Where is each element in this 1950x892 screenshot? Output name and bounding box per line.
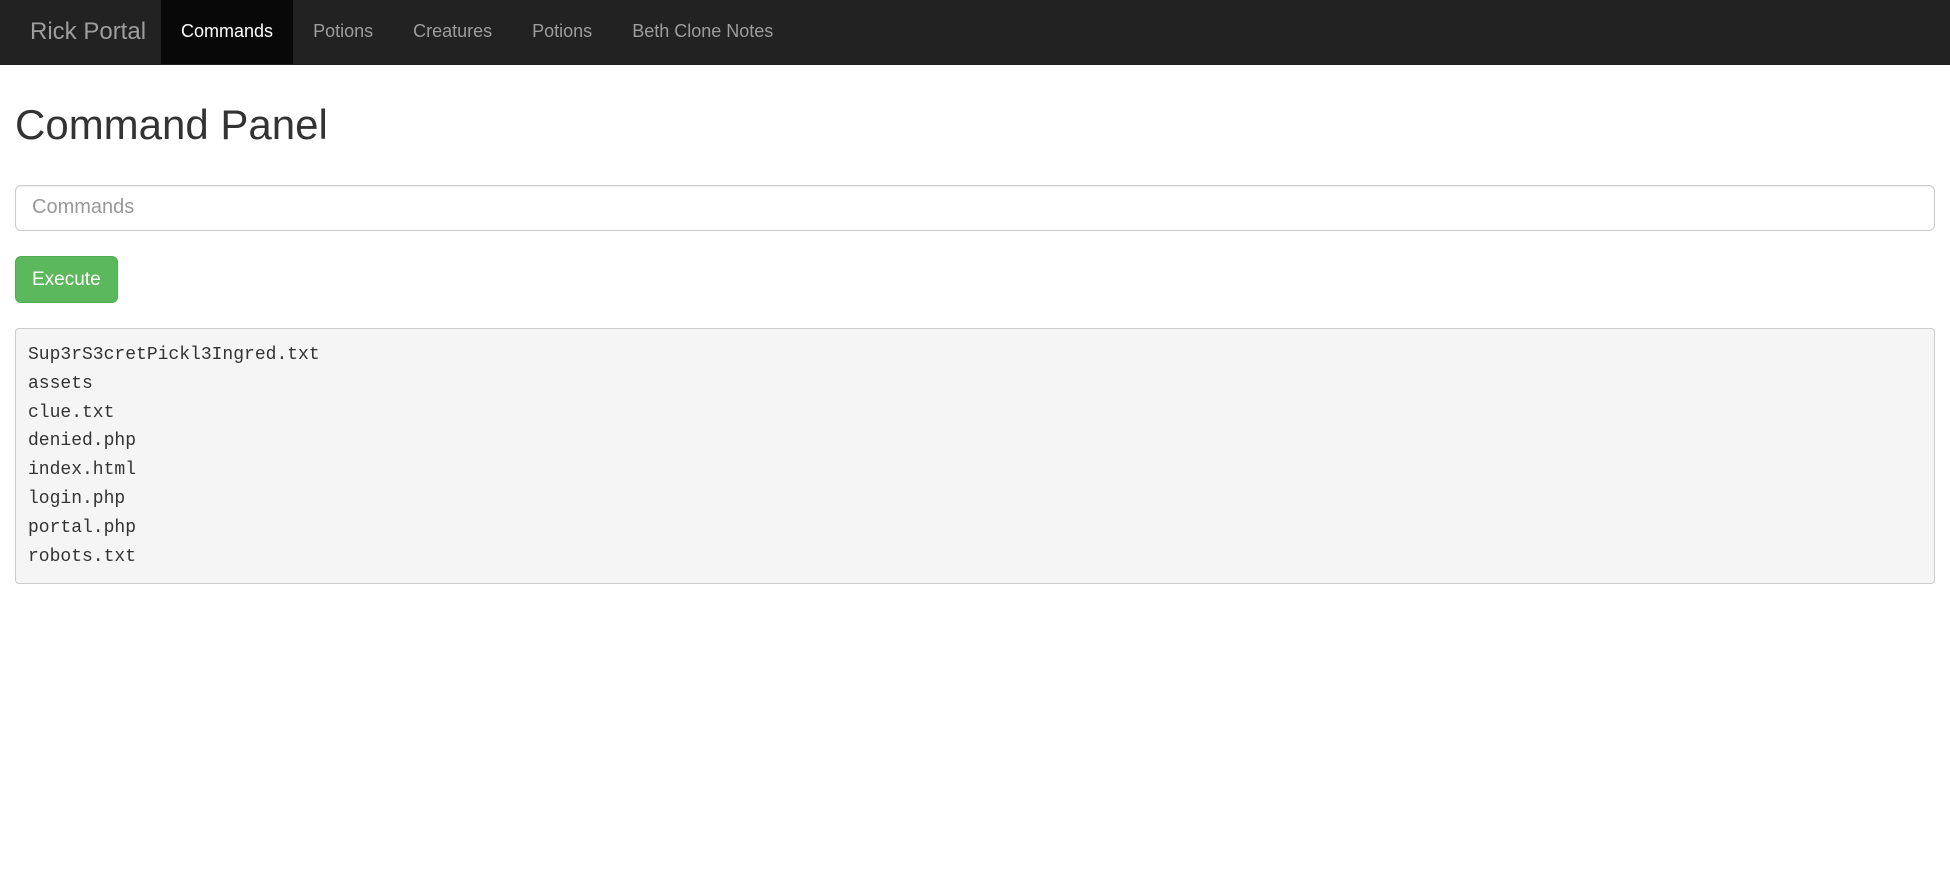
command-output: Sup3rS3cretPickl3Ingred.txt assets clue.… (15, 328, 1935, 584)
nav-link-label[interactable]: Creatures (393, 0, 512, 64)
page-title: Command Panel (15, 95, 1935, 155)
command-form: Execute (15, 185, 1935, 303)
nav-link-label[interactable]: Potions (293, 0, 393, 64)
nav-item-creatures[interactable]: Creatures (393, 0, 512, 64)
execute-button[interactable]: Execute (15, 256, 118, 303)
nav-item-potions-2[interactable]: Potions (512, 0, 612, 64)
nav-link-label[interactable]: Potions (512, 0, 612, 64)
main-container: Command Panel Execute Sup3rS3cretPickl3I… (0, 95, 1950, 585)
nav-item-beth-clone-notes[interactable]: Beth Clone Notes (612, 0, 793, 64)
navbar-nav: Commands Potions Creatures Potions Beth … (161, 0, 793, 64)
navbar-brand[interactable]: Rick Portal (15, 3, 161, 61)
command-input[interactable] (15, 185, 1935, 231)
nav-item-potions[interactable]: Potions (293, 0, 393, 64)
top-navbar: Rick Portal Commands Potions Creatures P… (0, 0, 1950, 65)
nav-item-commands[interactable]: Commands (161, 0, 293, 64)
nav-link-label[interactable]: Beth Clone Notes (612, 0, 793, 64)
nav-link-label[interactable]: Commands (161, 0, 293, 64)
